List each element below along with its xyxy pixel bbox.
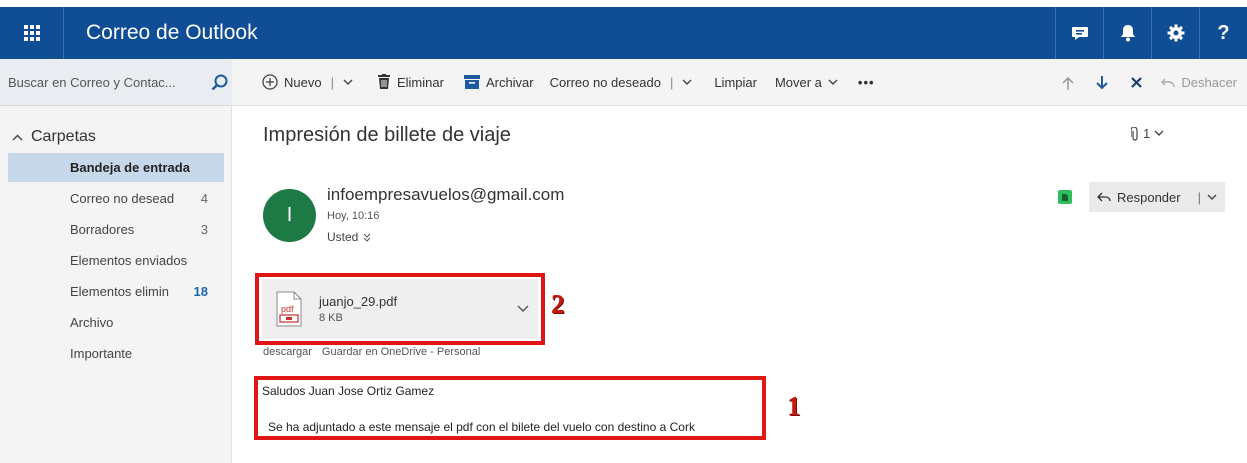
folder-inbox[interactable]: Bandeja de entrada [8,153,224,182]
sender-avatar[interactable]: I [263,189,316,242]
archive-label: Archivar [485,74,534,90]
folder-label: Archivo [70,315,114,330]
chat-icon [1071,27,1088,40]
junk-button[interactable]: Correo no deseado | [550,75,693,90]
evernote-icon[interactable] [1058,190,1072,204]
close-button[interactable] [1119,77,1153,88]
reply-icon [1097,192,1111,201]
folder-count: 4 [200,191,208,206]
search-input[interactable]: Buscar en Correo y Contac... [0,59,232,106]
trash-icon [377,74,390,89]
reply-button[interactable]: Responder [1089,190,1198,205]
notifications-button[interactable] [1103,7,1151,59]
app-title: Correo de Outlook [86,21,258,44]
chevron-down-icon[interactable] [682,79,692,86]
folder-label: Borradores [70,222,135,237]
search-icon[interactable] [206,74,232,91]
download-link[interactable]: descargar [263,346,312,358]
attachment-count: 1 [1143,126,1151,141]
folder-deleted[interactable]: Elementos elimin 18 [8,277,224,306]
more-icon: ••• [857,74,875,90]
paperclip-icon [1131,126,1138,141]
folder-archive[interactable]: Archivo [8,308,224,337]
plus-circle-icon [262,74,278,90]
folder-label: Elementos enviados [70,253,188,268]
folder-pane: Carpetas Bandeja de entrada Correo no de… [0,106,232,463]
delete-button[interactable]: Eliminar [377,74,444,90]
attachment-count-button[interactable]: 1 [1131,126,1164,141]
settings-button[interactable] [1151,7,1199,59]
move-label: Mover a [774,74,822,90]
junk-label: Correo no deseado [549,74,661,90]
folder-important[interactable]: Importante [8,339,224,368]
arrow-down-icon [1096,75,1109,89]
folder-label: Correo no desead [70,191,175,206]
chevron-down-icon [828,79,838,85]
separator: | [669,74,674,90]
annotation-label-2: 2 [551,289,565,319]
folder-label: Bandeja de entrada [70,160,190,175]
folder-count: 18 [193,284,208,299]
waffle-icon [23,25,40,41]
folder-count: 3 [200,222,208,237]
folder-label: Elementos elimin [70,284,169,299]
message-subject: Impresión de billete de viaje [263,124,511,146]
archive-button[interactable]: Archivar [463,74,534,90]
reply-options-button[interactable]: | [1198,190,1225,205]
reply-button-group: Responder | [1089,182,1225,212]
chevron-up-icon [12,134,23,140]
chevron-down-icon [1207,194,1217,200]
folder-junk[interactable]: Correo no desead 4 [8,184,224,213]
help-button[interactable]: ? [1199,7,1247,59]
close-icon [1131,77,1142,88]
new-button[interactable]: Nuevo | [262,74,353,90]
separator: | [1197,189,1201,205]
folders-header-label: Carpetas [31,128,96,145]
delete-label: Eliminar [396,74,444,90]
new-label: Nuevo [284,74,322,90]
help-icon: ? [1217,21,1230,44]
folder-label: Importante [70,346,133,361]
sweep-label: Limpiar [714,74,757,90]
double-chevron-down-icon [364,233,371,242]
folder-drafts[interactable]: Borradores 3 [8,215,224,244]
gear-icon [1167,24,1184,42]
sweep-button[interactable]: Limpiar [714,75,757,90]
annotation-box-2 [255,273,545,345]
sent-time: Hoy, 10:16 [327,210,380,222]
annotation-box-1 [254,376,766,440]
recipient-toggle[interactable]: Usted [327,230,371,244]
previous-button[interactable] [1051,76,1085,90]
sender-address[interactable]: infoempresavuelos@gmail.com [327,185,564,205]
command-bar: Nuevo | Eliminar Archivar Correo no dese… [232,59,1247,106]
folder-sent[interactable]: Elementos enviados [8,246,224,275]
chevron-down-icon [1154,130,1164,136]
app-launcher-button[interactable] [0,7,64,59]
save-onedrive-link[interactable]: Guardar en OneDrive - Personal [322,346,480,358]
next-button[interactable] [1085,75,1119,90]
folders-header[interactable]: Carpetas [12,128,96,146]
app-header: Correo de Outlook ? [0,7,1247,59]
separator: | [330,74,334,90]
bell-icon [1120,25,1135,42]
move-to-button[interactable]: Mover a [775,75,838,90]
chat-button[interactable] [1055,7,1103,59]
arrow-up-icon [1062,76,1074,90]
undo-icon [1161,78,1176,87]
reply-label: Responder [1117,189,1181,205]
annotation-label-1: 1 [787,391,801,421]
undo-label: Deshacer [1181,75,1237,90]
recipient-label: Usted [327,230,359,244]
archive-icon [463,75,480,89]
undo-button[interactable]: Deshacer [1153,75,1247,90]
search-placeholder: Buscar en Correo y Contac... [8,74,176,90]
more-button[interactable]: ••• [858,75,875,90]
chevron-down-icon[interactable] [343,79,353,86]
